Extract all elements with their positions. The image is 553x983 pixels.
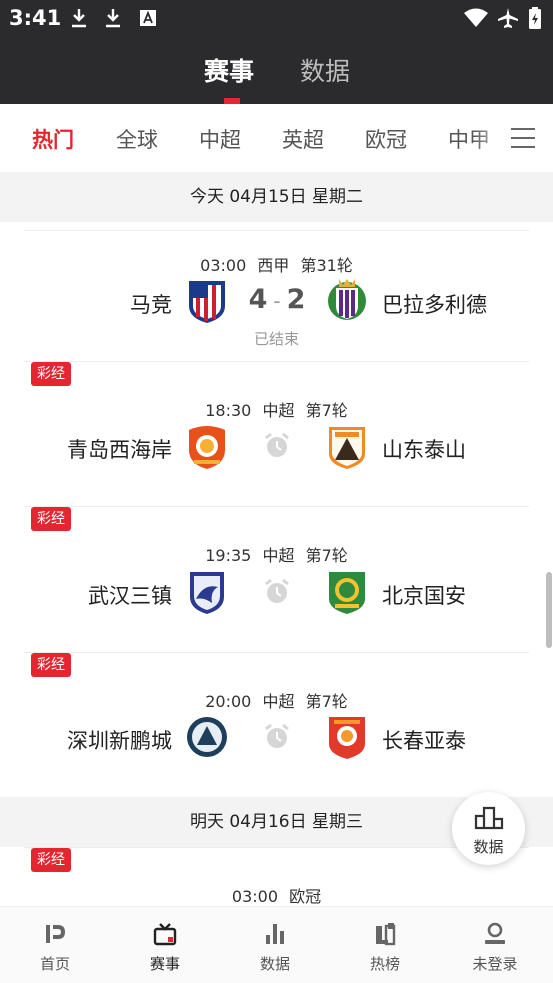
nav-events[interactable]: 赛事	[110, 907, 220, 983]
app-root: 3:41 赛事 数据 热门 全球 中超 英超 欧冠 中甲 今天 04月15日 星…	[0, 0, 553, 983]
match-round: 第31轮	[300, 256, 353, 275]
away-team-name: 山东泰山	[382, 438, 466, 462]
bottom-nav: 首页 赛事 数据 热榜 未登录	[0, 906, 553, 983]
download-icon	[106, 9, 120, 28]
score-separator: -	[273, 289, 281, 313]
tabs-fade	[473, 104, 513, 172]
score: 4-2	[236, 284, 318, 315]
lottery-badge: 彩经	[31, 653, 71, 677]
qingdao-west-coast-crest-icon	[189, 426, 225, 469]
data-floating-button[interactable]: 数据	[452, 792, 525, 865]
valladolid-crest-icon	[328, 279, 366, 320]
hot-list-icon	[376, 923, 396, 946]
away-team-name: 长春亚泰	[382, 729, 466, 753]
changchun-yatai-crest-icon	[329, 717, 365, 759]
nav-data[interactable]: 数据	[220, 907, 330, 983]
home-score: 4	[248, 284, 268, 315]
lottery-badge: 彩经	[31, 507, 71, 531]
home-team-name: 深圳新鹏城	[67, 729, 172, 753]
battery-icon	[529, 7, 541, 29]
home-logo-icon	[46, 925, 65, 943]
category-tab-ucl[interactable]: 欧冠	[365, 124, 407, 154]
match-league: 中超	[262, 692, 295, 711]
divider	[24, 361, 529, 362]
match-time: 18:30	[205, 401, 252, 420]
airplane-icon	[498, 8, 518, 28]
tab-data[interactable]: 数据	[300, 52, 350, 88]
match-info: 03:00 欧冠	[0, 883, 553, 907]
alarm-clock-icon[interactable]	[263, 723, 291, 751]
divider	[24, 506, 529, 507]
nav-label: 热榜	[369, 955, 400, 973]
match-info: 19:35 中超 第7轮	[0, 542, 553, 566]
away-team-name: 北京国安	[382, 584, 466, 608]
away-score: 2	[286, 284, 306, 315]
match-league: 欧冠	[289, 887, 322, 906]
nav-login[interactable]: 未登录	[440, 907, 550, 983]
top-header: 3:41 赛事 数据	[0, 0, 553, 104]
category-tab-global[interactable]: 全球	[116, 124, 158, 154]
nav-label: 首页	[39, 955, 70, 973]
home-team-name: 武汉三镇	[88, 584, 172, 608]
wifi-icon	[464, 8, 488, 27]
lottery-badge: 彩经	[31, 848, 71, 872]
match-info: 18:30 中超 第7轮	[0, 397, 553, 421]
match-time: 03:00	[231, 887, 278, 906]
ranking-podium-icon	[474, 806, 504, 830]
divider	[24, 230, 529, 231]
match-time: 19:35	[205, 546, 252, 565]
match-info: 20:00 中超 第7轮	[0, 688, 553, 712]
category-tab-hot[interactable]: 热门	[32, 124, 74, 154]
nav-label: 赛事	[149, 955, 180, 973]
user-icon	[485, 922, 505, 944]
home-team-name: 青岛西海岸	[67, 438, 172, 462]
match-league: 中超	[262, 401, 295, 420]
category-tabs: 热门 全球 中超 英超 欧冠 中甲	[0, 104, 553, 172]
beijing-guoan-crest-icon	[329, 572, 365, 614]
tab-events[interactable]: 赛事	[204, 52, 254, 88]
match-round: 第7轮	[305, 546, 348, 565]
lottery-badge: 彩经	[31, 362, 71, 386]
match-league: 中超	[262, 546, 295, 565]
status-bar: 3:41	[0, 0, 553, 38]
day-header: 今天 04月15日 星期二	[0, 172, 553, 222]
shandong-taishan-crest-icon	[329, 427, 365, 469]
bar-chart-icon	[266, 924, 284, 944]
nav-home[interactable]: 首页	[0, 907, 110, 983]
menu-icon[interactable]	[511, 128, 535, 150]
nav-label: 数据	[259, 955, 290, 973]
match-round: 第7轮	[305, 692, 348, 711]
away-team-name: 巴拉多利德	[382, 293, 487, 317]
alarm-clock-icon[interactable]	[263, 432, 291, 460]
match-time: 20:00	[205, 692, 252, 711]
tv-icon	[153, 923, 177, 946]
nav-hot-list[interactable]: 热榜	[330, 907, 440, 983]
wuhan-three-towns-crest-icon	[190, 572, 224, 614]
nav-label: 未登录	[472, 955, 518, 973]
fab-label: 数据	[473, 838, 504, 856]
category-tab-csl[interactable]: 中超	[199, 124, 241, 154]
scrollbar[interactable]	[546, 572, 552, 648]
match-time: 03:00	[200, 256, 247, 275]
match-status: 已结束	[253, 330, 299, 348]
match-league: 西甲	[257, 256, 290, 275]
home-team-name: 马竞	[130, 293, 172, 317]
shenzhen-peng-city-crest-icon	[187, 717, 227, 757]
download-icon	[72, 9, 86, 28]
match-round: 第7轮	[305, 401, 348, 420]
status-time: 3:41	[9, 6, 62, 30]
category-tab-epl[interactable]: 英超	[282, 124, 324, 154]
alarm-clock-icon[interactable]	[263, 578, 291, 606]
match-info: 03:00 西甲 第31轮	[0, 252, 553, 276]
atletico-madrid-crest-icon	[189, 281, 225, 323]
font-icon	[140, 10, 156, 26]
divider	[24, 652, 529, 653]
